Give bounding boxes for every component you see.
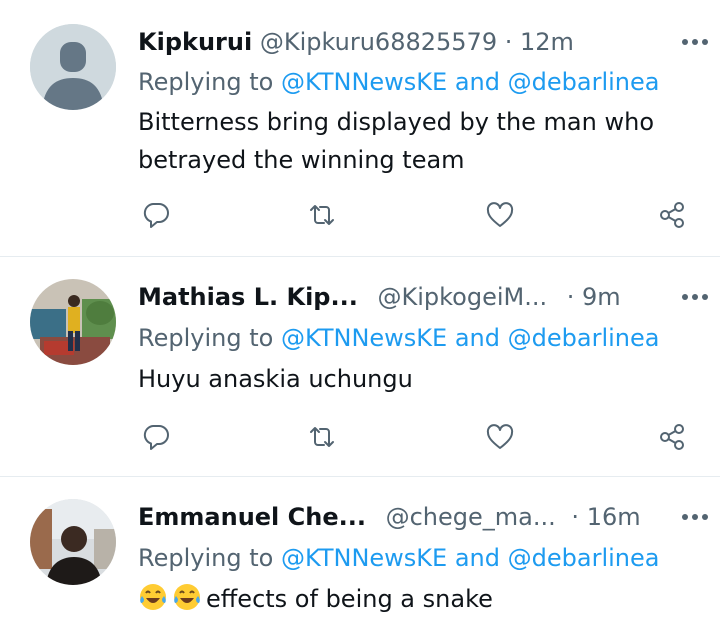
share-icon (660, 424, 684, 450)
profile-photo (30, 499, 116, 585)
retweet-button[interactable] (302, 417, 342, 457)
share-icon (660, 202, 684, 228)
tweet-1[interactable]: Kipkurui @Kipkuru68825579 · 12m Replying… (0, 0, 720, 256)
share-button[interactable] (652, 195, 692, 235)
like-icon (486, 424, 514, 449)
reply-icon (143, 203, 169, 228)
tweet-text-line: Huyu anaskia uchungu (138, 365, 413, 393)
avatar[interactable] (30, 24, 116, 110)
action-bar (0, 195, 720, 235)
more-button[interactable] (670, 279, 710, 315)
more-icon (682, 39, 708, 45)
mention-link[interactable]: @debarlinea (508, 544, 660, 572)
retweet-button[interactable] (302, 195, 342, 235)
action-bar (0, 417, 720, 457)
replying-to: Replying to @KTNNewsKE and @debarlinea (138, 64, 659, 100)
like-icon (486, 202, 514, 227)
and-text[interactable]: and (455, 544, 500, 572)
display-name[interactable]: Emmanuel Che... (138, 503, 366, 531)
more-button[interactable] (670, 499, 710, 535)
tears-of-joy-emoji (174, 584, 200, 610)
user-handle[interactable]: @chege_ma... (386, 503, 556, 531)
more-button[interactable] (670, 24, 710, 60)
tweet-text-line: Bitterness bring displayed by the man wh… (138, 108, 654, 136)
share-button[interactable] (652, 417, 692, 457)
tweet-text-line: betrayed the winning team (138, 146, 465, 174)
display-name[interactable]: Mathias L. Kip... (138, 283, 358, 311)
avatar[interactable] (30, 499, 116, 585)
more-icon (682, 514, 708, 520)
default-avatar-icon (30, 24, 116, 110)
timestamp[interactable]: 9m (582, 283, 621, 311)
mention-link[interactable]: @debarlinea (508, 324, 660, 352)
avatar[interactable] (30, 279, 116, 365)
like-button[interactable] (480, 417, 520, 457)
reply-button[interactable] (136, 417, 176, 457)
retweet-icon (310, 205, 334, 225)
user-handle[interactable]: @Kipkuru68825579 (260, 28, 497, 56)
tweet-text: effects of being a snake (138, 580, 708, 618)
and-text[interactable]: and (455, 324, 500, 352)
separator-dot: · (571, 503, 580, 531)
reply-button[interactable] (136, 195, 176, 235)
timestamp[interactable]: 12m (520, 28, 574, 56)
separator-dot: · (566, 283, 575, 311)
replying-prefix: Replying to (138, 68, 274, 96)
replying-prefix: Replying to (138, 324, 274, 352)
reply-icon (143, 425, 169, 450)
and-text[interactable]: and (455, 68, 500, 96)
retweet-icon (310, 427, 334, 447)
tweet-header: Kipkurui @Kipkuru68825579 · 12m (138, 24, 710, 60)
mention-link[interactable]: @KTNNewsKE (281, 324, 447, 352)
replying-prefix: Replying to (138, 544, 274, 572)
tweet-header: Emmanuel Che... @chege_ma... · 16m (138, 499, 710, 535)
replying-to: Replying to @KTNNewsKE and @debarlinea (138, 540, 659, 576)
tweet-text-line: effects of being a snake (206, 585, 493, 613)
mention-link[interactable]: @KTNNewsKE (281, 544, 447, 572)
tweet-3[interactable]: Emmanuel Che... @chege_ma... · 16m Reply… (0, 477, 720, 631)
profile-photo (30, 279, 116, 365)
tweet-text: Huyu anaskia uchungu (138, 360, 708, 398)
timestamp[interactable]: 16m (587, 503, 641, 531)
replying-to: Replying to @KTNNewsKE and @debarlinea (138, 320, 659, 356)
separator-dot: · (504, 28, 513, 56)
tears-of-joy-emoji (140, 584, 166, 610)
tweet-text: Bitterness bring displayed by the man wh… (138, 103, 708, 179)
more-icon (682, 294, 708, 300)
display-name[interactable]: Kipkurui (138, 28, 252, 56)
tweet-header: Mathias L. Kip... @KipkogeiM... · 9m (138, 279, 710, 315)
tweet-2[interactable]: Mathias L. Kip... @KipkogeiM... · 9m Rep… (0, 257, 720, 476)
mention-link[interactable]: @KTNNewsKE (281, 68, 447, 96)
mention-link[interactable]: @debarlinea (508, 68, 660, 96)
user-handle[interactable]: @KipkogeiM... (377, 283, 547, 311)
like-button[interactable] (480, 195, 520, 235)
